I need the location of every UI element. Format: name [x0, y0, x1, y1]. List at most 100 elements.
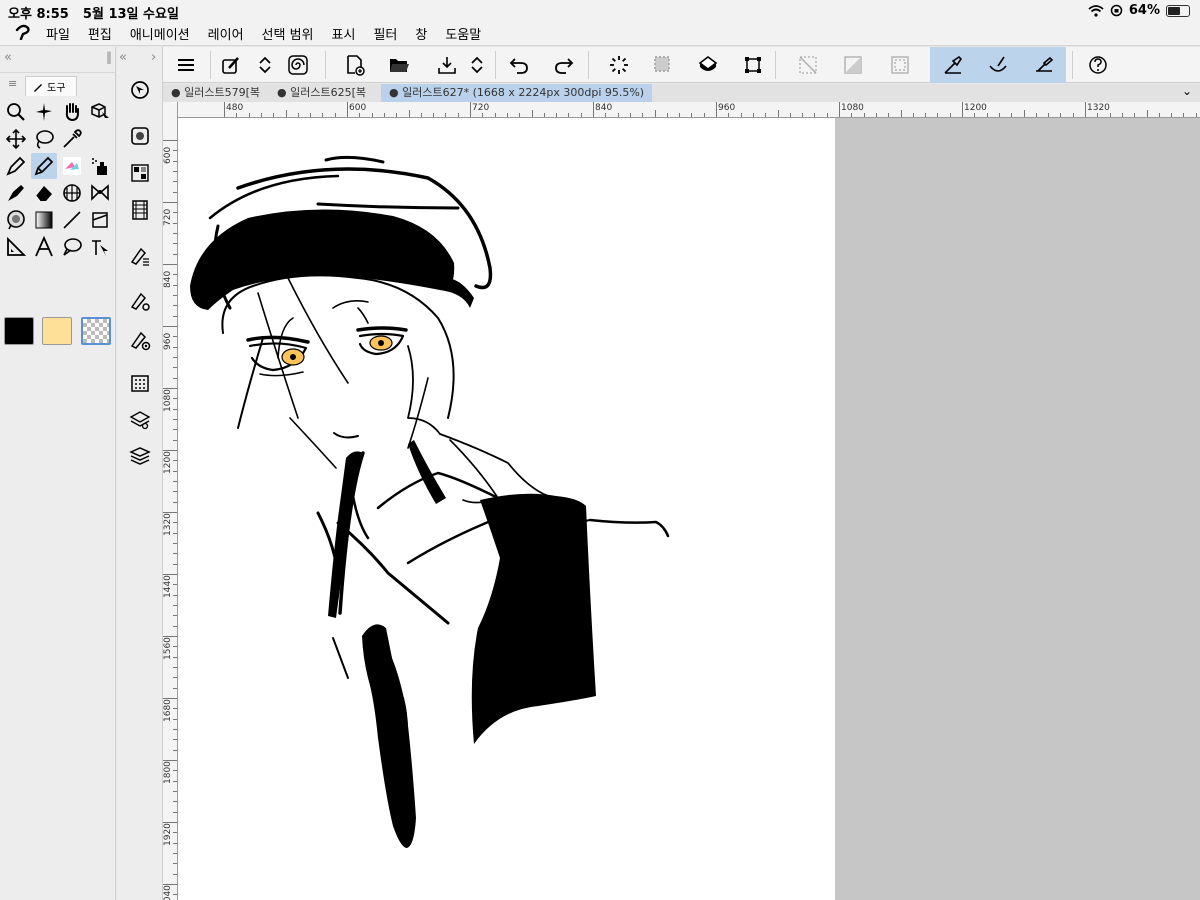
ruler-minor-tick	[173, 253, 177, 255]
open-folder-icon[interactable]	[384, 50, 414, 80]
pencil-icon[interactable]	[31, 153, 57, 179]
tab-tool-label: 도구	[47, 83, 66, 94]
balloon-icon[interactable]	[59, 234, 85, 260]
crop-icon[interactable]	[885, 50, 915, 80]
redo-icon[interactable]	[549, 50, 579, 80]
tab-label: 일러스트625[복	[290, 86, 366, 99]
ruler-minor-tick	[173, 522, 177, 524]
fill-icon[interactable]	[59, 180, 85, 206]
collapse-icon[interactable]: «	[119, 50, 127, 65]
collapse-left-icon[interactable]: «	[4, 50, 12, 65]
color-set-icon[interactable]	[127, 160, 153, 186]
line-icon[interactable]	[59, 207, 85, 233]
hand-icon[interactable]	[59, 99, 85, 125]
ruler-minor-tick	[666, 113, 668, 117]
tab-document-625[interactable]: ● 일러스트625[복	[269, 84, 379, 102]
menu-view[interactable]: 표시	[332, 24, 356, 43]
ruler-tick	[1085, 102, 1086, 117]
invert-selection-icon[interactable]	[838, 50, 868, 80]
menu-layer[interactable]: 레이어	[208, 24, 244, 43]
brush-icon[interactable]	[59, 153, 85, 179]
canvas-area[interactable]	[178, 118, 1200, 900]
lasso-icon[interactable]	[31, 126, 57, 152]
ruler-minor-tick	[629, 113, 631, 117]
sub-color-swatch[interactable]	[42, 317, 72, 345]
eyedropper-icon[interactable]	[59, 126, 85, 152]
ruler-minor-tick	[173, 181, 177, 183]
airbrush-icon[interactable]	[87, 153, 113, 179]
navigator-icon[interactable]	[127, 77, 153, 103]
color-circle-icon[interactable]	[127, 123, 153, 149]
panel-grip-icon[interactable]: ‖	[106, 50, 112, 64]
help-icon[interactable]	[1083, 50, 1113, 80]
transform-icon[interactable]	[738, 50, 768, 80]
menu-filter[interactable]: 필터	[373, 24, 397, 43]
menu-icon[interactable]	[171, 50, 201, 80]
ribbon-icon[interactable]	[87, 180, 113, 206]
text-icon[interactable]	[31, 234, 57, 260]
move-icon[interactable]	[3, 126, 29, 152]
layers-icon[interactable]	[127, 443, 153, 469]
sub-tool-icon[interactable]	[127, 243, 153, 269]
ruler-minor-tick	[173, 563, 177, 565]
expand-icon[interactable]: ›	[151, 50, 156, 65]
fill-bucket-icon[interactable]	[693, 50, 723, 80]
transparent-color-swatch[interactable]	[81, 317, 111, 345]
ruler-minor-tick	[1134, 113, 1136, 117]
chevron-up-down-icon[interactable]	[462, 50, 492, 80]
command-bar	[163, 47, 1200, 83]
frame-icon[interactable]	[87, 207, 113, 233]
ruler-minor-tick	[173, 656, 177, 658]
ruler-minor-tick	[173, 708, 177, 710]
selection-clear-icon[interactable]	[648, 50, 678, 80]
correct-line-icon[interactable]	[87, 234, 113, 260]
chevron-up-down-icon[interactable]	[250, 50, 280, 80]
save-icon[interactable]	[432, 50, 462, 80]
zoom-icon[interactable]	[3, 99, 29, 125]
ruler-icon[interactable]	[3, 234, 29, 260]
main-color-swatch[interactable]	[4, 317, 34, 345]
ruler-tick	[163, 264, 177, 265]
new-file-icon[interactable]	[340, 50, 370, 80]
ruler-minor-tick	[173, 243, 177, 245]
snap-icon[interactable]	[1029, 50, 1059, 80]
material-icon[interactable]	[127, 370, 153, 396]
gradient-icon[interactable]	[31, 207, 57, 233]
chevron-down-icon[interactable]: ⌄	[1182, 84, 1192, 98]
loading-icon[interactable]	[604, 50, 634, 80]
undo-icon[interactable]	[504, 50, 534, 80]
panel-menu-icon[interactable]: ≡	[8, 77, 17, 90]
edit-tool-icon[interactable]	[216, 50, 246, 80]
pen-angle-icon[interactable]	[938, 50, 968, 80]
menu-selection[interactable]: 선택 범위	[262, 24, 314, 43]
tool-property-icon[interactable]	[127, 288, 153, 314]
tab-document-627[interactable]: ● 일러스트627* (1668 x 2224px 300dpi 95.5%)	[381, 84, 652, 102]
blend-icon[interactable]	[3, 207, 29, 233]
ruler-label: 1920	[163, 823, 173, 846]
deselect-icon[interactable]	[793, 50, 823, 80]
layer-property-icon[interactable]	[127, 407, 153, 433]
menu-help[interactable]: 도움말	[445, 24, 481, 43]
decoration-icon[interactable]	[3, 180, 29, 206]
stabilizer-icon[interactable]	[983, 50, 1013, 80]
menu-animation[interactable]: 애니메이션	[130, 24, 190, 43]
timeline-icon[interactable]	[127, 197, 153, 223]
tab-document-579[interactable]: ● 일러스트579[복	[163, 84, 267, 102]
eraser-icon[interactable]	[31, 180, 57, 206]
ruler-minor-tick	[691, 113, 693, 117]
spiral-icon[interactable]	[283, 50, 313, 80]
pen-icon[interactable]	[3, 153, 29, 179]
drawing-canvas[interactable]	[178, 118, 835, 900]
menu-window[interactable]: 창	[415, 24, 427, 43]
menu-file[interactable]: 파일	[46, 24, 70, 43]
ruler-minor-tick	[568, 113, 570, 117]
brush-size-icon[interactable]	[127, 327, 153, 353]
ruler-minor-tick	[173, 346, 177, 348]
ruler-minor-tick	[1060, 113, 1062, 117]
ruler-tick	[593, 102, 594, 117]
tab-tool[interactable]: 도구	[25, 76, 77, 96]
object-select-icon[interactable]	[87, 99, 113, 125]
menu-edit[interactable]: 편집	[88, 24, 112, 43]
app-logo-icon[interactable]	[0, 24, 46, 44]
auto-select-icon[interactable]	[31, 99, 57, 125]
